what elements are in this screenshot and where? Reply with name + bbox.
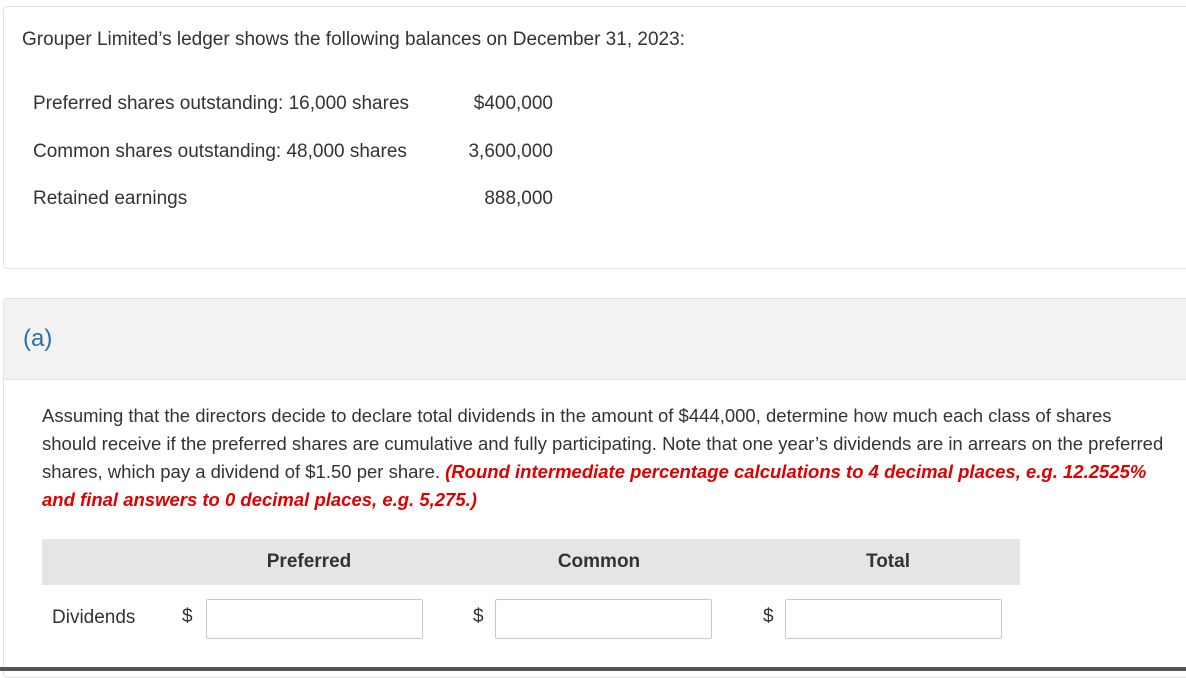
balance-label: Preferred shares outstanding: 16,000 sha… [33, 93, 410, 114]
balance-row-retained: Retained earnings 888,000 [0, 188, 600, 218]
currency-symbol: $ [473, 606, 484, 627]
balance-row-preferred: Preferred shares outstanding: 16,000 sha… [0, 93, 600, 123]
col-preferred: Preferred [266, 551, 352, 572]
part-a-header: (a) [4, 299, 1186, 380]
currency-symbol: $ [763, 606, 774, 627]
bottom-divider [0, 667, 1186, 671]
currency-symbol: $ [182, 606, 193, 627]
balance-value: 888,000 [484, 188, 553, 209]
answer-table-header: Preferred Common Total [42, 539, 1020, 585]
balance-value: $400,000 [473, 93, 553, 114]
common-dividends-input[interactable] [495, 599, 712, 639]
preferred-dividends-input[interactable] [206, 599, 423, 639]
balance-label: Retained earnings [33, 188, 188, 209]
part-a-card: (a) Assuming that the directors decide t… [3, 298, 1186, 678]
total-dividends-input[interactable] [785, 599, 1002, 639]
balance-label: Common shares outstanding: 48,000 shares [33, 141, 407, 162]
col-common: Common [557, 551, 641, 572]
intro-text: Grouper Limited’s ledger shows the follo… [22, 29, 685, 50]
balance-row-common: Common shares outstanding: 48,000 shares… [0, 141, 600, 171]
dividends-row-label: Dividends [52, 607, 136, 628]
part-label: (a) [23, 325, 53, 352]
col-total: Total [866, 551, 910, 572]
question-text: Assuming that the directors decide to de… [42, 402, 1167, 514]
balance-value: 3,600,000 [468, 141, 553, 162]
